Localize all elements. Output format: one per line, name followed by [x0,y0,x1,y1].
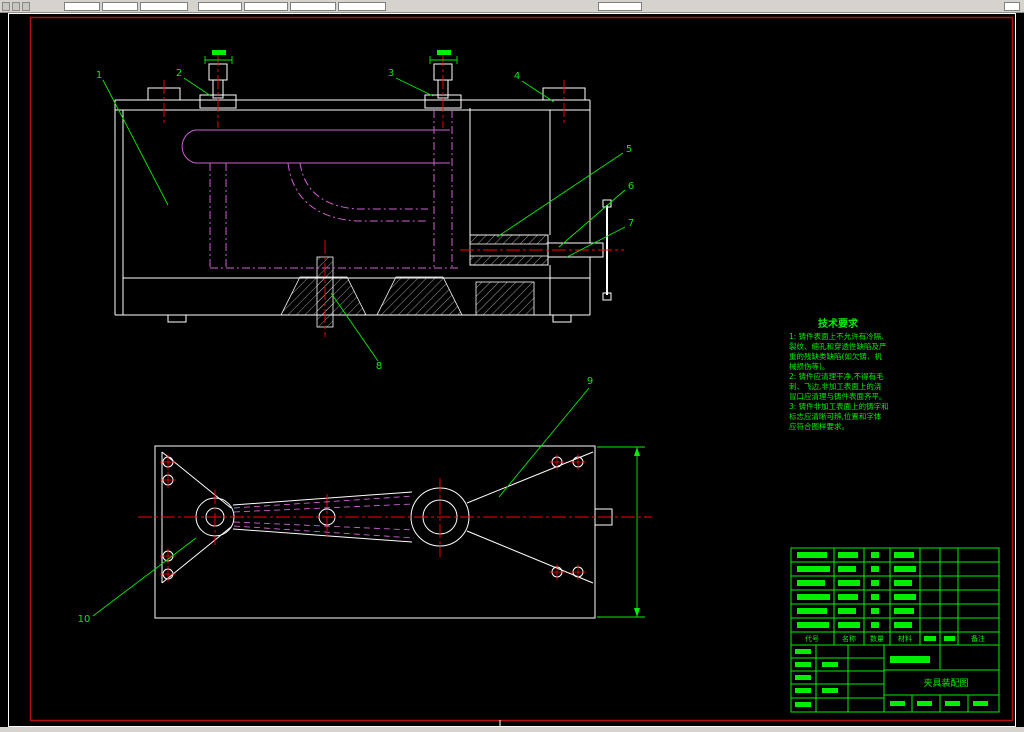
tech-req-line: 械损伤等)。 [789,361,829,371]
tech-req-line: 3: 铸件非加工表面上的铸字和 [789,401,889,411]
drawing-title: 夹具装配图 [923,677,968,689]
bom-header-remarks: 备注 [971,634,985,643]
tech-req-line: 标志应清晰可辨,位置和字体 [789,411,882,421]
callout-4: 4 [514,71,520,82]
toolbar-field[interactable] [1004,2,1020,11]
toolbar-field[interactable] [64,2,100,11]
top-toolbar [0,0,1024,13]
callout-10: 10 [78,614,91,625]
toolbar-field[interactable] [598,2,642,11]
callout-9: 9 [587,376,593,387]
technical-requirements: 技术要求 1: 铸件表面上不允许有冷隔、 裂纹、缩孔和穿透性缺陷及严 重的残缺类… [789,317,889,431]
tech-req-line: 重的残缺类缺陷(如欠铸、机 [789,351,882,361]
bom-header-code: 代号 [805,634,819,643]
toolbar-field[interactable] [140,2,188,11]
toolbar-field[interactable] [102,2,138,11]
tech-req-line: 2: 铸件应清理干净,不得有毛 [789,371,884,381]
toolbar-field[interactable] [244,2,288,11]
tech-req-title: 技术要求 [818,317,859,330]
bom-header-name: 名称 [842,634,856,643]
toolbar-field[interactable] [290,2,336,11]
cad-window: 1 2 3 4 5 6 7 8 9 10 技术要求 1: 铸件表面上不允许有冷隔… [0,0,1024,732]
toolbar-button[interactable] [22,2,30,11]
tech-req-line: 刺、飞边,非加工表面上的浇 [789,381,882,391]
callout-5: 5 [626,144,632,155]
bottom-strip [0,727,1024,732]
tech-req-line: 冒口应清理与铸件表面齐平。 [789,391,887,401]
bom-header-qty: 数量 [870,634,884,643]
callout-8: 8 [376,361,382,372]
callout-2: 2 [176,68,182,79]
tech-req-line: 应符合图样要求。 [789,421,849,431]
callout-3: 3 [388,68,394,79]
callout-7: 7 [628,218,634,229]
toolbar-field[interactable] [338,2,386,11]
tech-req-line: 1: 铸件表面上不允许有冷隔、 [789,331,889,341]
toolbar-button[interactable] [12,2,20,11]
callout-1: 1 [96,70,102,81]
callout-6: 6 [628,181,634,192]
toolbar-field[interactable] [198,2,242,11]
tech-req-line: 裂纹、缩孔和穿透性缺陷及严 [789,341,887,351]
drawing-canvas[interactable]: 1 2 3 4 5 6 7 8 9 10 技术要求 1: 铸件表面上不允许有冷隔… [0,0,1024,732]
toolbar-button[interactable] [2,2,10,11]
bom-header-material: 材料 [898,634,912,643]
